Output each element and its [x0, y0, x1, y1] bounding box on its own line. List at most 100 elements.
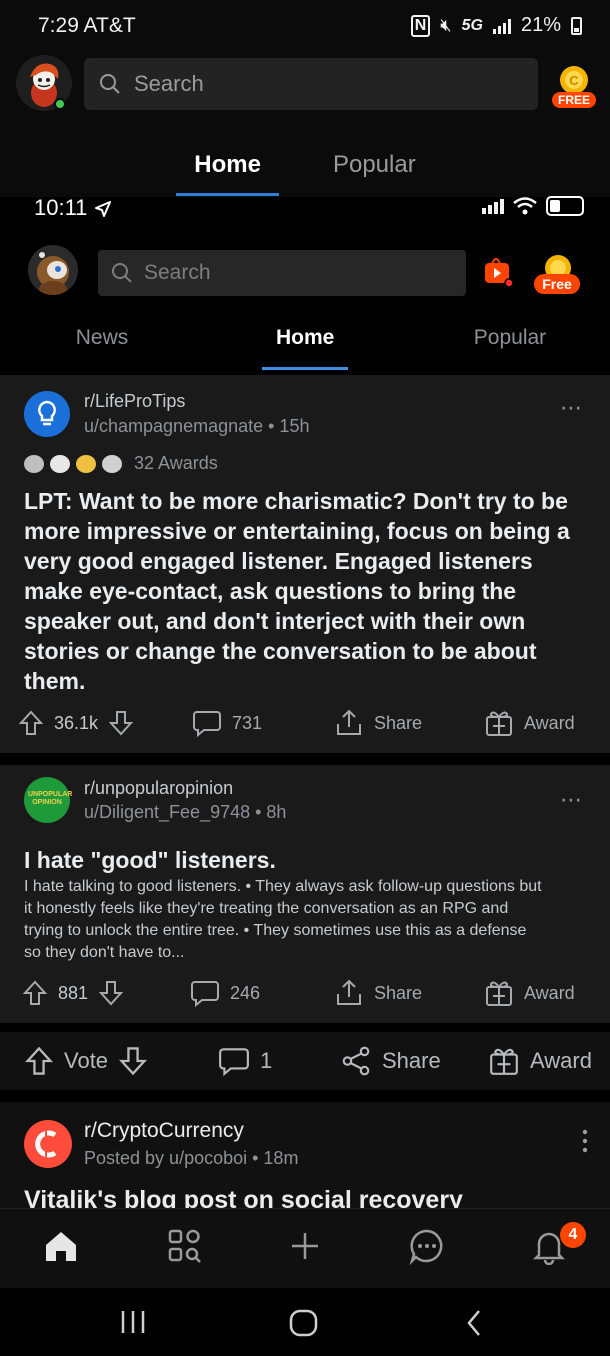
- gift-icon: [486, 711, 512, 736]
- award-button[interactable]: Award: [484, 703, 575, 743]
- live-video-button[interactable]: [484, 257, 516, 288]
- mute-icon: 🔇︎: [440, 15, 452, 35]
- home-button[interactable]: [288, 1308, 320, 1343]
- post-meta: u/Diligent_Fee_9748 • 8h: [84, 802, 287, 822]
- outer-search-placeholder: Search: [134, 71, 204, 96]
- post-divider: [0, 753, 610, 765]
- post-actions: 881 246 Share Award: [0, 973, 610, 1013]
- outer-search-bar[interactable]: Search: [84, 58, 538, 110]
- subreddit-icon[interactable]: UNPOPULAR OPINION: [24, 777, 72, 823]
- upvote-icon[interactable]: [24, 1045, 54, 1077]
- gift-icon: [486, 981, 512, 1006]
- share-label: Share: [382, 1048, 441, 1073]
- cell-signal-icon: [482, 198, 504, 214]
- upvote-icon[interactable]: [18, 709, 44, 737]
- post-card[interactable]: r/LifeProTips u/champagnemagnate • 15h ⋯…: [0, 375, 610, 753]
- notification-badge: 4: [560, 1222, 586, 1248]
- share-icon: [337, 709, 361, 735]
- share-label: Share: [374, 712, 423, 733]
- tab-popular-inner[interactable]: Popular: [464, 316, 556, 370]
- ios-battery-icon: [546, 196, 584, 216]
- award-label: Award: [524, 712, 575, 733]
- bottom-navigation: 4: [0, 1208, 610, 1288]
- tab-home-inner[interactable]: Home: [262, 316, 348, 370]
- search-icon: [112, 263, 132, 283]
- avatar-snoo-icon: [37, 252, 69, 295]
- comments-button[interactable]: 246: [190, 973, 260, 1013]
- svg-text:C: C: [569, 73, 579, 88]
- post-meta: Posted by u/pocoboi • 18m: [84, 1148, 299, 1168]
- post-title[interactable]: I hate "good" listeners.: [24, 847, 276, 874]
- outer-post-actions: Vote 1 Share Award: [0, 1032, 610, 1090]
- tab-news[interactable]: News: [62, 316, 142, 370]
- downvote-icon[interactable]: [108, 709, 134, 737]
- award-button[interactable]: Award: [488, 1041, 592, 1081]
- comment-icon: [191, 981, 219, 1008]
- inner-avatar[interactable]: [28, 245, 78, 295]
- upvote-icon[interactable]: [22, 979, 48, 1007]
- tab-home-outer[interactable]: Home: [176, 148, 279, 196]
- recent-apps-icon: [121, 1311, 145, 1333]
- recent-apps-button[interactable]: [118, 1308, 148, 1341]
- outer-status-time: 7:29 AT&T: [38, 14, 136, 37]
- more-options-icon[interactable]: ⋯: [560, 395, 583, 421]
- online-status-dot: [54, 98, 66, 110]
- post-meta: u/champagnemagnate • 15h: [84, 416, 310, 436]
- comment-count: 246: [230, 982, 261, 1003]
- signal-icon: [492, 18, 511, 34]
- share-button[interactable]: Share: [340, 1041, 441, 1081]
- post-card[interactable]: UNPOPULAR OPINION r/unpopularopinion u/D…: [0, 765, 610, 1023]
- comments-button[interactable]: 1: [218, 1041, 272, 1081]
- comment-count: 1: [260, 1048, 273, 1073]
- wifi-icon: [513, 197, 537, 215]
- award-label: Award: [524, 982, 575, 1003]
- vote-label: Vote: [64, 1048, 109, 1073]
- subreddit-icon[interactable]: [24, 391, 70, 437]
- share-button[interactable]: Share: [334, 703, 422, 743]
- comment-count: 731: [232, 712, 263, 733]
- vote-count: 36.1k: [54, 712, 99, 733]
- downvote-icon[interactable]: [118, 1045, 148, 1077]
- outer-tabs: Home Popular: [0, 148, 610, 196]
- subreddit-name[interactable]: r/LifeProTips: [84, 391, 185, 412]
- inner-status-icons: [482, 196, 584, 216]
- post-body-preview[interactable]: I hate talking to good listeners. • They…: [24, 876, 544, 964]
- lightbulb-icon: [38, 400, 56, 426]
- tab-popular-outer[interactable]: Popular: [315, 148, 434, 196]
- more-options-icon[interactable]: [580, 1128, 590, 1159]
- award-icon: [50, 454, 70, 473]
- share-button[interactable]: Share: [334, 973, 422, 1013]
- subreddit-icon[interactable]: [24, 1120, 72, 1168]
- gift-icon: [490, 1048, 518, 1075]
- back-button[interactable]: [462, 1308, 486, 1343]
- award-icon: [102, 454, 122, 473]
- post-title[interactable]: LPT: Want to be more charismatic? Don't …: [24, 486, 586, 696]
- nav-communities[interactable]: [166, 1227, 206, 1267]
- inner-status-time: 10:11: [34, 195, 112, 221]
- outer-free-badge: FREE: [552, 92, 596, 108]
- award-button[interactable]: Award: [484, 973, 575, 1013]
- comment-icon: [219, 1048, 249, 1077]
- subreddit-name[interactable]: r/CryptoCurrency: [84, 1119, 244, 1143]
- nav-chat[interactable]: [408, 1227, 448, 1267]
- downvote-icon[interactable]: [98, 979, 124, 1007]
- more-options-icon[interactable]: ⋯: [560, 787, 583, 813]
- post-actions: 36.1k 731 Share Award: [0, 703, 610, 743]
- comment-icon: [193, 711, 221, 738]
- nav-home[interactable]: [42, 1227, 82, 1267]
- create-icon: [292, 1233, 318, 1259]
- awards-row[interactable]: 32 Awards: [24, 453, 218, 474]
- subreddit-name[interactable]: r/unpopularopinion: [84, 778, 233, 799]
- vote-group: Vote: [24, 1041, 148, 1081]
- awards-count: 32 Awards: [134, 453, 218, 473]
- award-icon: [24, 454, 44, 473]
- back-icon: [467, 1310, 480, 1336]
- award-label: Award: [530, 1048, 592, 1073]
- battery-icon: [571, 16, 582, 35]
- comments-button[interactable]: 731: [192, 703, 262, 743]
- home-circle-icon: [289, 1309, 318, 1337]
- nav-create[interactable]: [286, 1227, 326, 1267]
- vertical-dots-icon: [582, 1129, 588, 1153]
- vote-group: 36.1k: [18, 703, 134, 743]
- inner-search-bar[interactable]: Search: [98, 250, 466, 296]
